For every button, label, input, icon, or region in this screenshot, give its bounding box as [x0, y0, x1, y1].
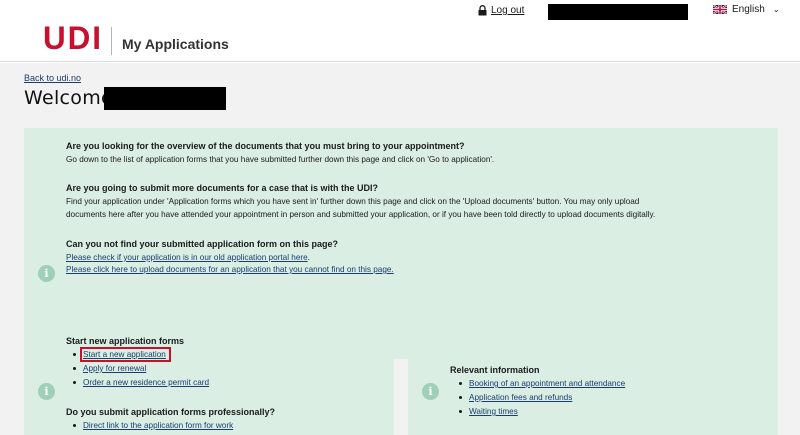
- relevant-info-panel: i Relevant information Booking of an app…: [408, 313, 778, 435]
- start-forms-heading: Start new application forms: [66, 336, 185, 346]
- notice-question-2: Are you going to submit more documents f…: [66, 183, 379, 193]
- old-portal-link[interactable]: Please check if your application is in o…: [66, 253, 308, 262]
- info-icon: i: [38, 265, 55, 282]
- info-icon: i: [38, 383, 55, 400]
- notice-question-1: Are you looking for the overview of the …: [66, 141, 465, 151]
- page-body: Back to udi.no Welcome, i Are you lookin…: [0, 63, 800, 435]
- list-item: Application fees and refunds: [458, 391, 625, 405]
- relevant-info-list: Booking of an appointment and attendance…: [458, 377, 625, 419]
- professional-list: Direct link to the application form for …: [72, 419, 233, 433]
- order-residence-card-link[interactable]: Order a new residence permit card: [83, 378, 209, 387]
- old-portal-line: Please check if your application is in o…: [66, 251, 310, 264]
- app-title: My Applications: [122, 36, 229, 52]
- notice-answer-2-line-2: documents here after you have attended y…: [66, 210, 656, 219]
- notice-answer-1: Go down to the list of application forms…: [66, 155, 495, 164]
- relevant-info-heading: Relevant information: [450, 365, 540, 375]
- list-item: Apply for renewal: [72, 362, 209, 376]
- waiting-times-link[interactable]: Waiting times: [469, 407, 518, 416]
- info-icon: i: [422, 383, 439, 400]
- list-item: Start a new application: [72, 347, 209, 362]
- apply-for-renewal-link[interactable]: Apply for renewal: [83, 364, 146, 373]
- upload-missing-application-link[interactable]: Please click here to upload documents fo…: [66, 265, 394, 274]
- logo-divider: [111, 27, 112, 55]
- start-forms-panel: i Start new application forms Start a ne…: [24, 313, 394, 435]
- lock-icon: [478, 5, 487, 16]
- old-portal-link-suffix: .: [307, 253, 310, 262]
- fees-refunds-link[interactable]: Application fees and refunds: [469, 393, 572, 402]
- chevron-down-icon: ⌄: [772, 5, 780, 14]
- applicant-name-redacted: [104, 87, 226, 110]
- professional-heading: Do you submit application forms professi…: [66, 407, 276, 417]
- logout-label: Log out: [491, 5, 525, 16]
- user-name-redacted: [548, 4, 688, 20]
- language-label: English: [732, 4, 765, 15]
- list-item: Booking of an appointment and attendance: [458, 377, 625, 391]
- notice-question-3: Can you not find your submitted applicat…: [66, 239, 338, 249]
- logout-link[interactable]: Log out: [478, 5, 524, 16]
- back-link[interactable]: Back to udi.no: [24, 73, 81, 83]
- language-selector[interactable]: English ⌄: [713, 4, 780, 15]
- uk-flag-icon: [713, 5, 727, 14]
- booking-appointment-link[interactable]: Booking of an appointment and attendance: [469, 379, 625, 388]
- work-form-direct-link[interactable]: Direct link to the application form for …: [83, 421, 233, 430]
- list-item: Order a new residence permit card: [72, 376, 209, 390]
- start-new-application-link[interactable]: Start a new application: [80, 347, 171, 362]
- svg-text:UDI: UDI: [43, 22, 103, 52]
- site-header: UDI My Applications Log out English ⌄: [0, 0, 800, 62]
- notice-answer-2-line-1: Find your application under 'Application…: [66, 197, 640, 206]
- list-item: Direct link to the application form for …: [72, 419, 233, 433]
- udi-logo[interactable]: UDI: [43, 22, 105, 52]
- start-forms-list: Start a new application Apply for renewa…: [72, 347, 209, 390]
- list-item: Waiting times: [458, 405, 625, 419]
